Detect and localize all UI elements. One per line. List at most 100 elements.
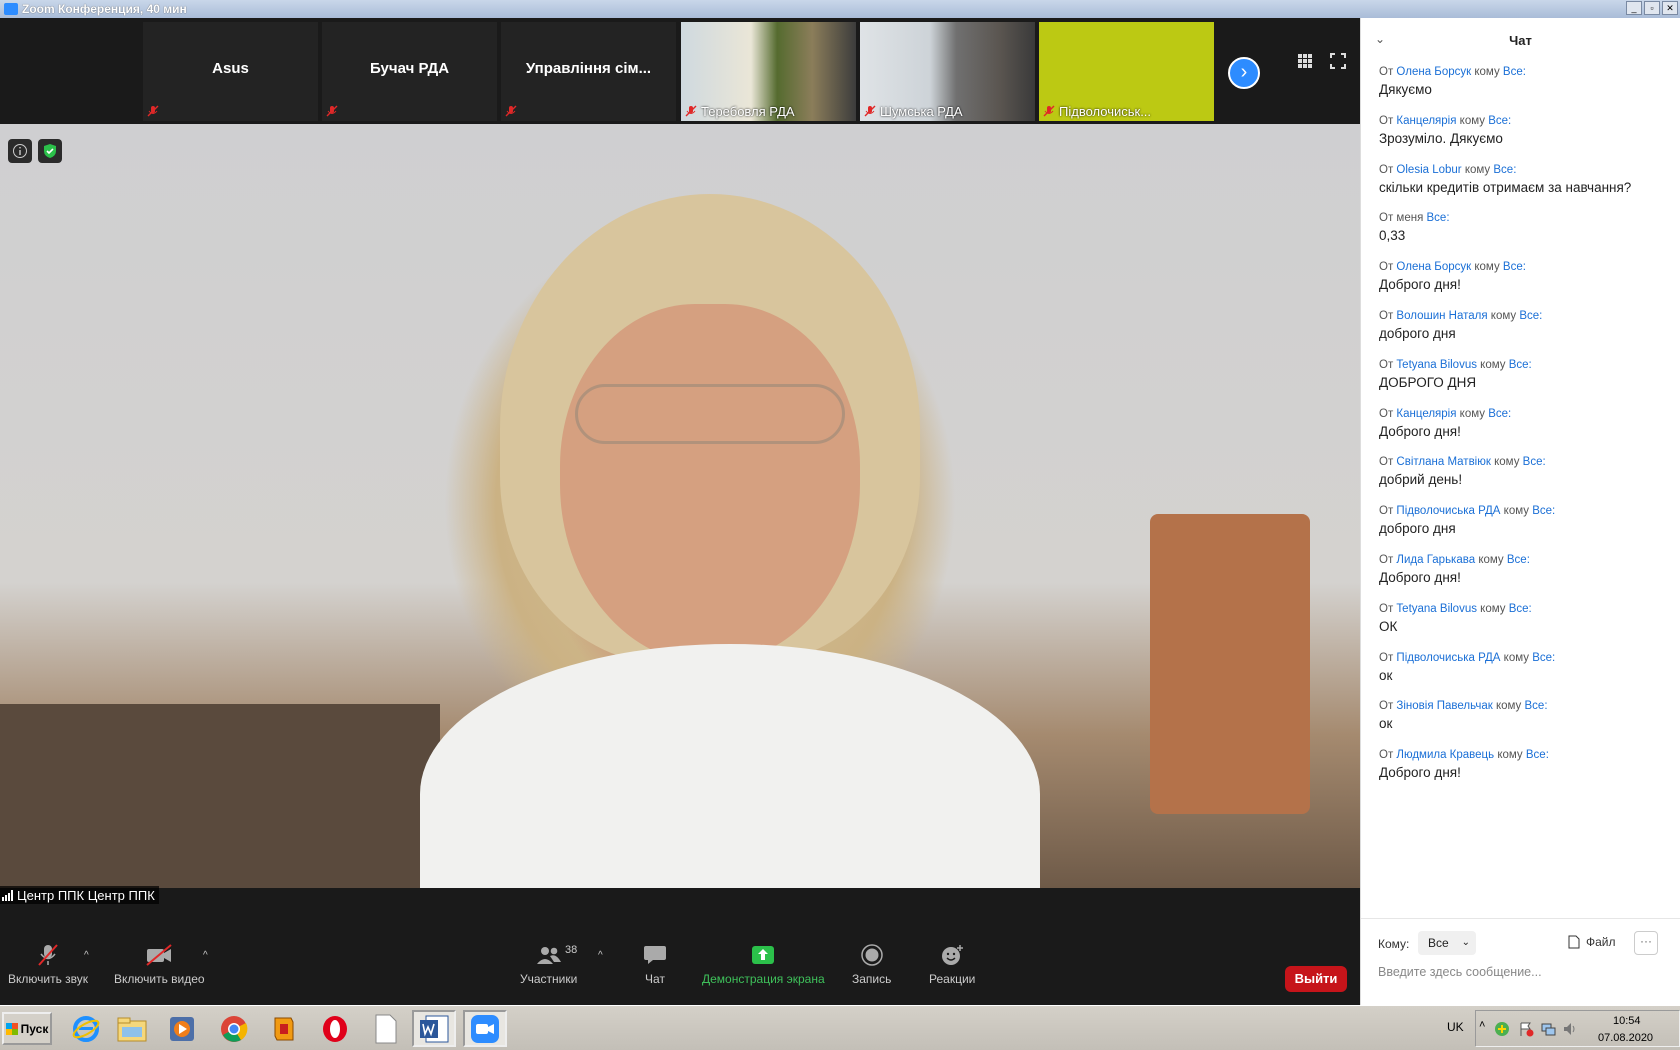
to-word: кому (1480, 358, 1506, 371)
chat-message-meta: От Лида Гарькава кому Все: (1379, 554, 1669, 566)
clock-date[interactable]: 07.08.2020 (1598, 1032, 1653, 1044)
meeting-info-icons (8, 139, 62, 163)
sender-name: Канцелярія (1396, 407, 1457, 420)
reactions-button[interactable]: Реакции (929, 942, 975, 986)
chat-message-text: доброго дня (1379, 325, 1456, 341)
participant-thumbnail[interactable]: Бучач РДА (322, 22, 497, 121)
speaker-shirt (420, 644, 1040, 888)
chat-message-meta: От Tetyana Bilovus кому Все: (1379, 603, 1669, 615)
fullscreen-icon[interactable] (1330, 53, 1346, 69)
chat-message: От Зіновія Павельчак кому Все: ок (1379, 700, 1669, 749)
send-file-button[interactable]: Файл (1568, 935, 1616, 949)
recipient-name: Все: (1525, 749, 1549, 762)
record-button[interactable]: Запись (852, 942, 891, 986)
chat-button[interactable]: Чат (643, 942, 667, 986)
gallery-view-icon[interactable] (1297, 53, 1313, 69)
chat-composer: Кому: Все ⌄ Файл ··· Введите здесь сообщ… (1361, 918, 1680, 1005)
participant-name: Бучач РДА (369, 60, 450, 77)
chat-message: От Підволочиська РДА кому Все: ок (1379, 652, 1669, 701)
minimize-button[interactable]: _ (1626, 1, 1642, 15)
participant-thumbnail[interactable]: Підволочиськ... (1039, 22, 1214, 121)
speaker-glasses (575, 384, 845, 444)
participants-options-caret[interactable]: ^ (598, 950, 603, 961)
meeting-toolbar: Включить звук ^ Включить видео ^ Участни… (0, 942, 1360, 1005)
close-button[interactable]: ✕ (1662, 1, 1678, 15)
participant-thumbnail[interactable]: Asus (143, 22, 318, 121)
info-icon[interactable] (8, 139, 32, 163)
encryption-shield-icon[interactable] (38, 139, 62, 163)
participants-label: Участники (520, 972, 578, 986)
recipient-select[interactable]: Все ⌄ (1418, 931, 1476, 955)
chevron-down-icon: ⌄ (1461, 937, 1470, 948)
next-page-button[interactable]: › (1228, 57, 1260, 89)
chat-message-text: 0,33 (1379, 228, 1406, 244)
clock-time[interactable]: 10:54 (1613, 1015, 1641, 1027)
ie-icon[interactable] (64, 1010, 108, 1047)
from-word: От (1379, 456, 1394, 469)
from-word: От (1379, 700, 1394, 713)
audio-options-caret[interactable]: ^ (84, 950, 89, 961)
opera-icon[interactable] (313, 1010, 357, 1047)
explorer-icon[interactable] (110, 1010, 154, 1047)
tray-expand-icon[interactable]: ˄ (1479, 1019, 1485, 1031)
from-word: От (1379, 261, 1394, 274)
recipient-name: Все: (1502, 261, 1526, 274)
window-titlebar: Zoom Конференция, 40 мин _ ▫ ✕ (0, 0, 1680, 18)
record-icon (860, 944, 883, 966)
video-off-icon (146, 944, 172, 966)
system-tray: ˄ 10:54 07.08.2020 (1475, 1010, 1680, 1047)
word-icon[interactable] (412, 1010, 456, 1047)
chat-message: От Людмила Кравець кому Все: Доброго дня! (1379, 749, 1669, 798)
participant-thumbnail[interactable]: Шумська РДА (860, 22, 1035, 121)
language-indicator[interactable]: UK (1447, 1020, 1464, 1034)
sender-name: Підволочиська РДА (1396, 505, 1501, 518)
start-video-label: Включить видео (114, 972, 205, 986)
chat-message-text: Доброго дня! (1379, 569, 1461, 585)
from-word: От (1379, 163, 1394, 176)
file-icon (1568, 935, 1580, 949)
to-word: кому (1497, 749, 1523, 762)
video-options-caret[interactable]: ^ (203, 950, 208, 961)
chat-message-text: ДОБРОГО ДНЯ (1379, 374, 1477, 390)
share-screen-button[interactable]: Демонстрация экрана (702, 942, 825, 986)
start-video-button[interactable]: Включить видео (114, 942, 205, 986)
chat-message-text: добрий день! (1379, 472, 1463, 488)
leave-meeting-button[interactable]: Выйти (1285, 966, 1347, 992)
sender-name: Tetyana Bilovus (1396, 358, 1477, 371)
to-word: кому (1459, 114, 1486, 127)
participant-thumbnail[interactable]: Теребовля РДА (681, 22, 856, 121)
sender-name: меня (1396, 212, 1424, 225)
zoom-icon[interactable] (463, 1010, 507, 1047)
participant-name: Шумська РДА (880, 104, 963, 119)
media-player-icon[interactable] (160, 1010, 204, 1047)
from-word: От (1379, 749, 1394, 762)
start-button[interactable]: Пуск (2, 1012, 52, 1045)
sender-name: Лида Гарькава (1396, 553, 1476, 566)
windows-taskbar: Пуск UK ˄ 10:54 07.08.2020 (0, 1005, 1680, 1050)
more-options-button[interactable]: ··· (1634, 931, 1658, 955)
restore-button[interactable]: ▫ (1644, 1, 1660, 15)
to-word: кому (1474, 261, 1500, 274)
volume-icon[interactable] (1562, 1021, 1578, 1037)
antivirus-icon[interactable] (1494, 1021, 1510, 1037)
sender-name: Людмила Кравець (1396, 749, 1495, 762)
participant-thumbnail[interactable]: Управління сім... (501, 22, 676, 121)
recipient-name: Все: (1488, 114, 1512, 127)
chrome-icon[interactable] (212, 1010, 256, 1047)
muted-mic-icon (685, 105, 697, 117)
flag-alert-icon[interactable] (1518, 1021, 1534, 1037)
from-word: От (1379, 358, 1394, 371)
window-title: Zoom Конференция, 40 мин (22, 2, 187, 16)
from-word: От (1379, 114, 1394, 127)
chat-message-input[interactable]: Введите здесь сообщение... (1378, 965, 1542, 979)
document-icon[interactable] (364, 1010, 408, 1047)
video-area: Asus Бучач РДА Управління сім... Теребов… (0, 18, 1360, 1005)
recipient-value: Все (1428, 936, 1449, 950)
network-icon[interactable] (1540, 1021, 1556, 1037)
windows-logo-icon (5, 1022, 18, 1035)
recipient-name: Все: (1508, 602, 1532, 615)
unmute-button[interactable]: Включить звук (8, 942, 88, 986)
chat-message: От Tetyana Bilovus кому Все: ДОБРОГО ДНЯ (1379, 359, 1669, 408)
app-icon[interactable] (262, 1010, 306, 1047)
participant-name: Asus (212, 60, 249, 77)
